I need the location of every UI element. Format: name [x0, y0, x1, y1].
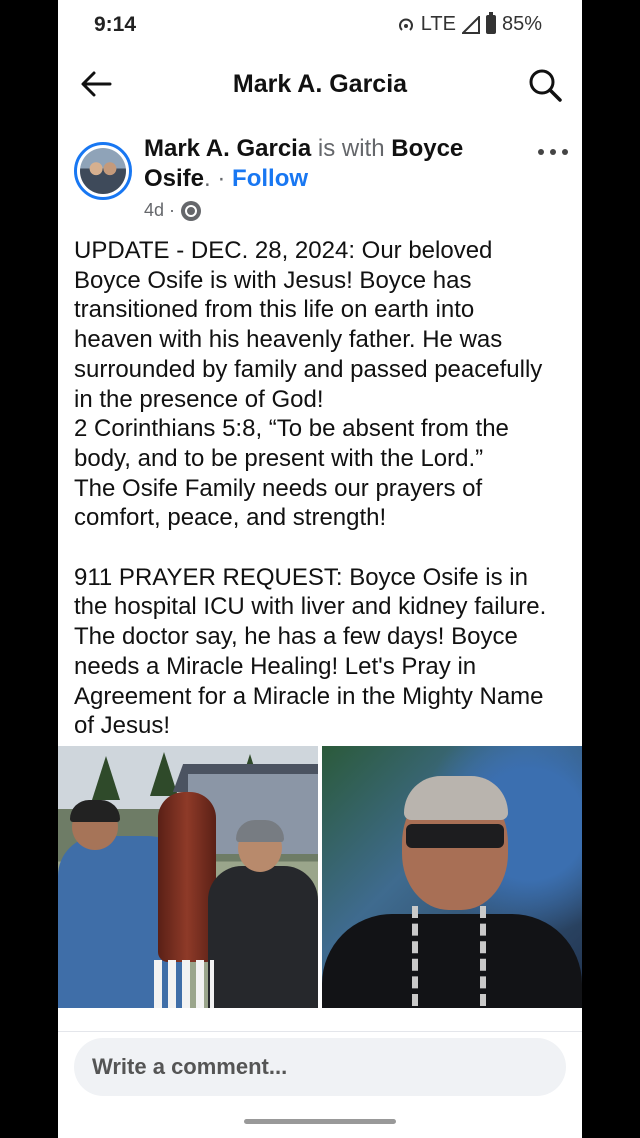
person-beanie [236, 820, 284, 842]
post-body: UPDATE - DEC. 28, 2024: Our beloved Boyc… [74, 237, 547, 740]
battery-icon [485, 12, 496, 34]
status-icons: LTE 85% [397, 12, 542, 36]
status-time: 9:14 [94, 13, 137, 36]
photo-portrait-man[interactable] [322, 746, 582, 1008]
photo-two-men-with-carving[interactable] [58, 746, 318, 1008]
man-scarf [412, 906, 486, 1006]
status-bar: 9:14 LTE 85% [58, 0, 582, 52]
post-header: Mark A. Garcia is with Boyce Osife. · Fo… [58, 134, 582, 234]
avatar-photo [80, 148, 126, 194]
with-text: is with [317, 135, 385, 162]
avatar[interactable] [74, 142, 132, 200]
page-title: Mark A. Garcia [232, 70, 408, 98]
post-byline: Mark A. Garcia is with Boyce Osife. · Fo… [144, 134, 514, 194]
person-cap [70, 800, 120, 822]
comment-placeholder: Write a comment... [92, 1054, 288, 1079]
white-fence [154, 960, 214, 1008]
home-indicator[interactable] [244, 1119, 396, 1124]
byline-separator: · [210, 165, 233, 192]
comment-input[interactable]: Write a comment... [74, 1038, 566, 1096]
photo-grid [58, 746, 582, 1008]
app-header: Mark A. Garcia [58, 56, 582, 112]
post-meta: 4d · [144, 200, 202, 221]
post-age[interactable]: 4d · [144, 200, 175, 221]
person-black-jacket [208, 866, 318, 1008]
man-hair [404, 776, 508, 820]
hotspot-icon [398, 18, 413, 31]
author-name[interactable]: Mark A. Garcia [144, 135, 311, 162]
more-options-icon[interactable] [538, 142, 568, 162]
app-screen: 9:14 LTE 85% Mark A. Garcia Mark A. Garc… [58, 0, 582, 1138]
network-label: LTE [420, 13, 456, 35]
reactions-strip [58, 1010, 582, 1032]
globe-icon [181, 200, 202, 221]
follow-button[interactable]: Follow [232, 165, 308, 192]
battery-level: 85% [501, 13, 542, 35]
tree-shape [92, 756, 120, 800]
man-glasses [406, 824, 504, 848]
tagged-suffix: . [204, 165, 211, 192]
signal-icon [461, 15, 480, 34]
search-icon[interactable] [526, 66, 564, 104]
